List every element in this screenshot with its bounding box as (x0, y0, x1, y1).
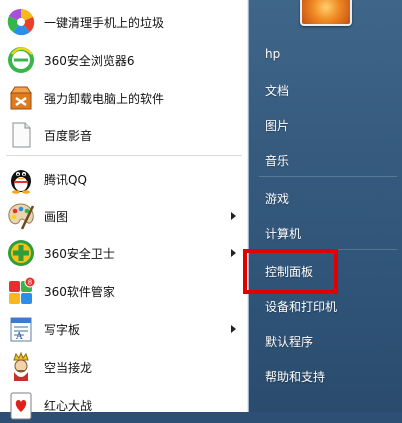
right-pane: hp 文档 图片 音乐 游戏 计算机 控制面板 设备和打印机 默认程序 帮助和支… (249, 0, 402, 412)
qq-penguin-icon (11, 170, 31, 194)
program-item-freecell[interactable]: 空当接龙 (4, 349, 244, 385)
right-item-music[interactable]: 音乐 (265, 152, 289, 169)
program-label: 强力卸载电脑上的软件 (44, 91, 165, 106)
submenu-arrow-icon[interactable] (231, 325, 236, 333)
right-separator (259, 176, 397, 177)
wordpad-icon: A (10, 317, 32, 342)
user-avatar[interactable] (300, 0, 352, 26)
right-item-pictures[interactable]: 图片 (265, 117, 289, 134)
program-label: 画图 (44, 209, 69, 224)
right-item-devices-printers[interactable]: 设备和打印机 (265, 298, 337, 315)
colorful-wheel-icon (7, 8, 35, 36)
program-label: 腾讯QQ (44, 172, 87, 187)
program-item-360-software-manager[interactable]: 8 360软件管家 (4, 273, 244, 309)
360-browser-icon (8, 47, 34, 73)
right-item-help-support[interactable]: 帮助和支持 (265, 368, 325, 385)
360-security-icon (8, 240, 34, 266)
separator (6, 155, 242, 156)
program-label: 360软件管家 (44, 284, 115, 299)
submenu-arrow-icon[interactable] (231, 212, 236, 220)
program-item-paint[interactable]: 画图 (4, 198, 244, 234)
right-item-games[interactable]: 游戏 (265, 190, 289, 207)
program-item-baidu-player[interactable]: 百度影音 (4, 117, 244, 153)
program-item-360-browser[interactable]: 360安全浏览器6 (4, 42, 244, 78)
program-item-wordpad[interactable]: A 写字板 (4, 311, 244, 347)
document-icon (12, 122, 31, 148)
right-item-documents[interactable]: 文档 (265, 82, 289, 99)
program-label: 空当接龙 (44, 360, 93, 375)
program-list: 一键清理手机上的垃圾 360安全浏览器6 强力卸载电脑上的软件 百度影音 腾讯Q… (0, 0, 249, 420)
paint-palette-icon (8, 203, 35, 230)
program-item-uninstall[interactable]: 强力卸载电脑上的软件 (4, 80, 244, 116)
program-label: 写字板 (44, 322, 81, 337)
svg-text:A: A (15, 332, 23, 342)
right-item-default-programs[interactable]: 默认程序 (265, 333, 313, 350)
submenu-arrow-icon[interactable] (231, 249, 236, 257)
svg-text:8: 8 (28, 279, 32, 287)
program-item-cleanup[interactable]: 一键清理手机上的垃圾 (4, 4, 244, 40)
360-software-manager-icon: 8 (9, 276, 36, 304)
program-item-qq[interactable]: 腾讯QQ (4, 161, 244, 197)
start-menu: 一键清理手机上的垃圾 360安全浏览器6 强力卸载电脑上的软件 百度影音 腾讯Q… (0, 0, 402, 420)
right-item-user-folder[interactable]: hp (265, 47, 280, 61)
program-label: 360安全卫士 (44, 246, 115, 261)
uninstall-box-icon (10, 86, 32, 110)
program-item-360-security[interactable]: 360安全卫士 (4, 235, 244, 271)
program-label: 红心大战 (44, 398, 93, 413)
program-label: 百度影音 (44, 128, 93, 143)
hearts-card-icon (10, 392, 32, 420)
program-label: 一键清理手机上的垃圾 (44, 15, 165, 30)
highlight-box (243, 249, 338, 294)
freecell-king-icon (13, 352, 29, 381)
program-label: 360安全浏览器6 (44, 53, 135, 68)
program-item-hearts[interactable]: 红心大战 (4, 387, 244, 423)
right-item-computer[interactable]: 计算机 (265, 225, 301, 242)
